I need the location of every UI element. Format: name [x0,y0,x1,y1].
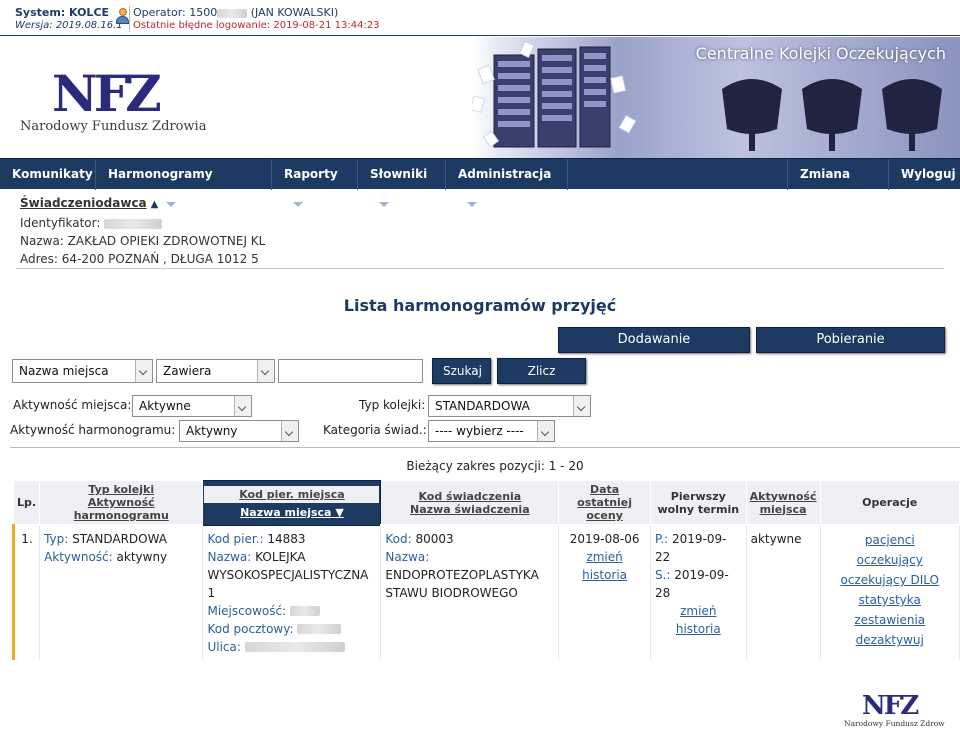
chevron-down-icon [135,360,152,382]
nav-slowniki[interactable]: Słowniki [358,159,446,207]
provider-info: Świadczeniodawca ▲ Identyfikator: Nazwa: … [20,196,266,266]
operator-info: Operator: 1500 (JAN KOWALSKI) Ostatnie b… [116,6,380,32]
nav-logout[interactable]: Wyloguj [889,159,960,190]
op-statistics-link[interactable]: statystyka [825,590,955,610]
row-lp: 1. [11,525,41,660]
nfz-footer-logo: NFZ Narodowy Fundusz Zdrowia [844,691,945,728]
divider [16,268,944,269]
row-operations: pacjenci oczekujący oczekujący DILO stat… [820,525,960,660]
chevron-down-icon [257,360,274,382]
header-lp: Lp. [12,480,41,526]
search-field-select[interactable]: Nazwa miejsca [12,359,153,383]
chevron-down-icon [234,396,251,416]
last-failed-login: Ostatnie błędne logowanie: 2019-08-21 13… [133,20,380,31]
row-place: Kod pier.: 14883 Nazwa: KOLEJKA WYSOKOSP… [202,525,382,660]
system-name: System: KOLCE [15,6,110,19]
banner-image: Centralne Kolejki Oczekujących [472,37,960,158]
add-schedule-button[interactable]: Dodawanie harmonogramu [558,327,750,371]
page-title: Lista harmonogramów przyjęć [343,296,617,315]
operator-text: Operator: 1500 (JAN KOWALSKI) [133,6,339,19]
search-operator-select[interactable]: Zawiera [156,359,275,383]
top-info-bar: System: KOLCE Wersja: 2019.08.16.1 Opera… [0,0,960,36]
divider [10,447,960,448]
sort-desc-icon: ▼ [335,505,344,519]
chevron-down-icon [537,421,554,441]
chevron-down-icon [467,202,477,207]
svg-text:NFZ: NFZ [862,691,919,721]
header-place-activity[interactable]: Aktywność miejsca [745,480,821,526]
system-info: System: KOLCE Wersja: 2019.08.16.1 [15,6,130,32]
nav-administracja[interactable]: Administracja [446,159,568,207]
nav-komunikaty[interactable]: Komunikaty [0,159,96,190]
nav-harmonogramy[interactable]: Harmonogramy przyjęć [96,159,272,212]
nfz-name: Narodowy Fundusz Zdrowia [20,119,207,134]
nav-change-password[interactable]: Zmiana hasła [787,159,889,212]
header-operations: Operacje [819,480,960,526]
download-schedule-button[interactable]: Pobieranie harmonogramu [756,327,945,371]
op-waiting-link[interactable]: oczekujący [825,550,955,570]
header-type[interactable]: Typ kolejki Aktywność harmonogramu [39,480,204,526]
chevron-down-icon [379,202,389,207]
header-place-code[interactable]: Kod pier. miejsca Nazwa miejsca ▼ [202,480,382,526]
row-service: Kod: 80003 Nazwa: ENDOPROTEZOPLASTYKA ST… [380,525,560,660]
op-waiting-dilo-link[interactable]: oczekujący DILO [825,570,955,590]
redacted-street [244,642,345,652]
provider-address: 64-200 POZNAŃ , DŁUGA 1012 5 [61,252,259,266]
op-deactivate-link[interactable]: dezaktywuj [825,630,955,650]
table-row: 1. Typ: STANDARDOWA Aktywność: aktywny K… [11,525,960,660]
nav-raporty[interactable]: Raporty [272,159,358,207]
queue-type-label: Typ kolejki: [359,398,426,412]
place-activity-label: Aktywność miejsca: [13,398,132,412]
header-first-free: Pierwszy wolny termin [649,480,747,526]
op-patients-link[interactable]: pacjenci [825,530,955,550]
count-records-button[interactable]: Zlicz rekordy [497,358,586,402]
header-last-eval[interactable]: Data ostatniej oceny [558,480,651,526]
op-reports-link[interactable]: zestawienia [825,610,955,630]
chevron-down-icon [281,421,298,441]
category-label: Kategoria świad.: [323,423,427,437]
nfz-logo: NFZ [52,65,162,117]
schedules-table: Lp. Typ kolejki Aktywność harmonogramu K… [11,480,960,660]
redacted-postal [297,624,342,634]
app-title: Centralne Kolejki Oczekujących [695,44,946,63]
eval-change-link[interactable]: zmień [586,550,622,564]
row-type: Typ: STANDARDOWA Aktywność: aktywny [39,525,204,660]
row-place-activity: aktywne [746,525,821,660]
header-banner: NFZ Narodowy Fundusz Zdrowia Centralne K… [0,37,960,158]
row-first-free: P.: 2019-09-22 S.: 2019-09-28 zmień hist… [650,525,747,660]
term-history-link[interactable]: historia [676,622,721,636]
place-activity-select[interactable]: Aktywne [132,395,252,417]
eval-history-link[interactable]: historia [582,568,627,582]
term-change-link[interactable]: zmień [680,604,716,618]
provider-header[interactable]: Świadczeniodawca [20,196,147,210]
search-input[interactable] [278,359,423,383]
system-version: Wersja: 2019.08.16.1 [15,20,123,31]
category-select[interactable]: ---- wybierz ---- [428,420,555,442]
redacted-id [217,8,248,18]
header-service[interactable]: Kod świadczenia Nazwa świadczenia [380,480,560,526]
redacted-id [104,218,163,229]
queue-type-select[interactable]: STANDARDOWA [428,395,591,417]
schedule-activity-label: Aktywność harmonogramu: [10,423,176,437]
table-header-row: Lp. Typ kolejki Aktywność harmonogramu K… [12,480,960,526]
schedule-activity-select[interactable]: Aktywny [179,420,299,442]
svg-text:NFZ: NFZ [52,65,160,117]
redacted-city [289,606,320,616]
search-button[interactable]: Szukaj [432,358,491,384]
range-indicator: Bieżący zakres pozycji: 1 - 20 [406,459,584,473]
user-icon [116,8,129,24]
chevron-down-icon [293,202,303,207]
collapse-arrow-icon[interactable]: ▲ [151,199,159,210]
chevron-down-icon [573,396,590,416]
row-last-eval: 2019-08-06 zmień historia [558,525,651,660]
main-navigation: Komunikaty Harmonogramy przyjęć Raporty … [0,158,960,212]
svg-text:Narodowy Fundusz Zdrowia: Narodowy Fundusz Zdrowia [844,719,945,728]
provider-name: ZAKŁAD OPIEKI ZDROWOTNEJ KL [67,234,266,248]
